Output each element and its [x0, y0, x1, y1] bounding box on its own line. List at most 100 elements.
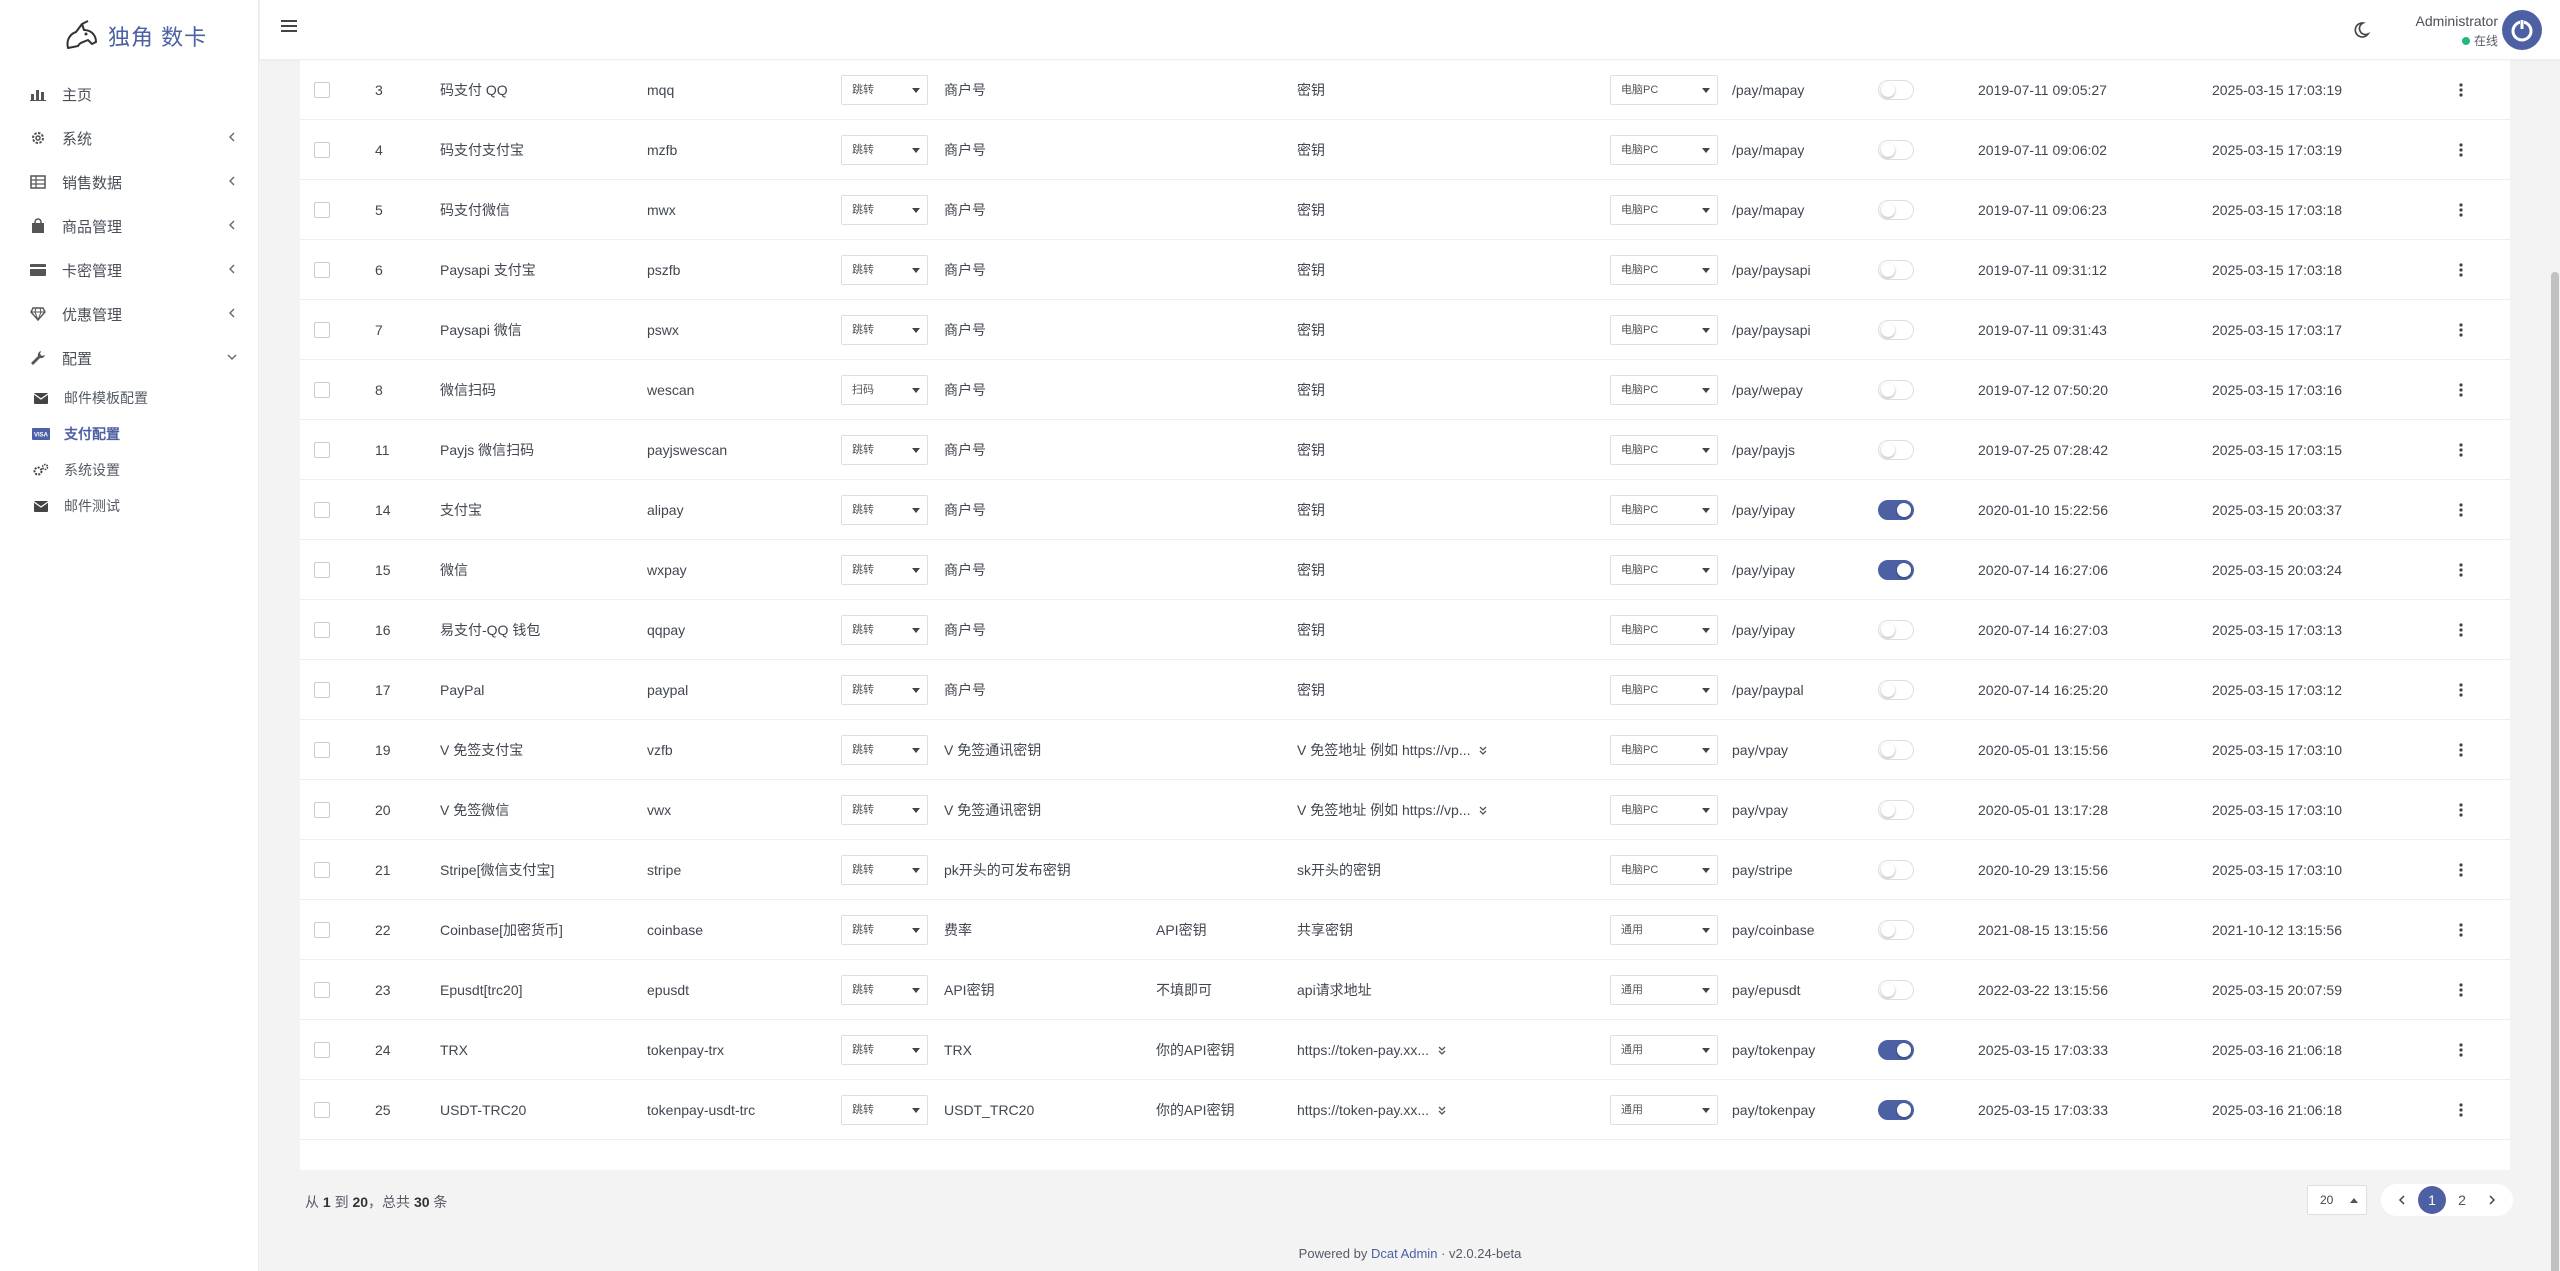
cell-merchant-key[interactable]: 不填即可	[1156, 980, 1212, 1000]
cell-merchant-id[interactable]: USDT_TRC20	[944, 1102, 1034, 1118]
pay-method-select[interactable]: 扫码	[841, 374, 928, 405]
dark-mode-moon-icon[interactable]	[2354, 20, 2374, 40]
cell-merchant-key[interactable]: 你的API密钥	[1156, 1040, 1235, 1060]
enable-toggle[interactable]	[1878, 559, 1914, 580]
cell-merchant-key[interactable]: 你的API密钥	[1156, 1100, 1235, 1120]
row-actions-kebab-icon[interactable]	[2458, 862, 2464, 878]
row-checkbox[interactable]	[314, 981, 330, 998]
sidebar-subitem-1[interactable]: VISA 支付配置	[0, 416, 258, 452]
row-checkbox[interactable]	[314, 681, 330, 698]
cell-route[interactable]: pay/vpay	[1732, 802, 1788, 818]
cell-route[interactable]: /pay/paysapi	[1732, 262, 1811, 278]
cell-merchant-id[interactable]: 商户号	[944, 680, 986, 700]
client-select[interactable]: 通用	[1610, 914, 1718, 945]
row-checkbox[interactable]	[314, 1041, 330, 1058]
row-actions-kebab-icon[interactable]	[2458, 562, 2464, 578]
cell-route[interactable]: /pay/paysapi	[1732, 322, 1811, 338]
pay-method-select[interactable]: 跳转	[841, 554, 928, 585]
client-select[interactable]: 电脑PC	[1610, 74, 1718, 105]
cell-route[interactable]: pay/tokenpay	[1732, 1102, 1815, 1118]
brand-logo[interactable]: 独角 数卡	[0, 0, 258, 72]
cell-secret[interactable]: https://token-pay.xx...	[1297, 1042, 1447, 1058]
cell-merchant-id[interactable]: 商户号	[944, 500, 986, 520]
cell-merchant-id[interactable]: pk开头的可发布密钥	[944, 860, 1071, 880]
row-actions-kebab-icon[interactable]	[2458, 502, 2464, 518]
enable-toggle[interactable]	[1878, 679, 1914, 700]
cell-secret[interactable]: V 免签地址 例如 https://vp...	[1297, 800, 1488, 820]
enable-toggle[interactable]	[1878, 919, 1914, 940]
enable-toggle[interactable]	[1878, 739, 1914, 760]
enable-toggle[interactable]	[1878, 619, 1914, 640]
dcat-admin-link[interactable]: Dcat Admin	[1371, 1246, 1437, 1261]
hamburger-menu-icon[interactable]	[280, 18, 298, 34]
cell-route[interactable]: /pay/yipay	[1732, 562, 1795, 578]
cell-merchant-id[interactable]: 商户号	[944, 560, 986, 580]
cell-secret[interactable]: 密钥	[1297, 200, 1325, 220]
sidebar-item-2[interactable]: 销售数据	[0, 160, 258, 204]
cell-route[interactable]: /pay/wepay	[1732, 382, 1803, 398]
pay-method-select[interactable]: 跳转	[841, 254, 928, 285]
cell-merchant-id[interactable]: API密钥	[944, 980, 995, 1000]
page-button-2[interactable]: 2	[2448, 1186, 2476, 1214]
row-actions-kebab-icon[interactable]	[2458, 202, 2464, 218]
client-select[interactable]: 电脑PC	[1610, 374, 1718, 405]
row-checkbox[interactable]	[314, 441, 330, 458]
pay-method-select[interactable]: 跳转	[841, 194, 928, 225]
client-select[interactable]: 电脑PC	[1610, 794, 1718, 825]
row-actions-kebab-icon[interactable]	[2458, 922, 2464, 938]
row-checkbox[interactable]	[314, 261, 330, 278]
per-page-select[interactable]: 20	[2307, 1185, 2367, 1215]
row-checkbox[interactable]	[314, 201, 330, 218]
pay-method-select[interactable]: 跳转	[841, 1094, 928, 1125]
client-select[interactable]: 电脑PC	[1610, 494, 1718, 525]
cell-merchant-id[interactable]: 商户号	[944, 380, 986, 400]
client-select[interactable]: 电脑PC	[1610, 554, 1718, 585]
cell-route[interactable]: /pay/paypal	[1732, 682, 1804, 698]
pay-method-select[interactable]: 跳转	[841, 974, 928, 1005]
row-actions-kebab-icon[interactable]	[2458, 802, 2464, 818]
enable-toggle[interactable]	[1878, 1099, 1914, 1120]
cell-secret[interactable]: 共享密钥	[1297, 920, 1353, 940]
enable-toggle[interactable]	[1878, 319, 1914, 340]
cell-route[interactable]: pay/tokenpay	[1732, 1042, 1815, 1058]
client-select[interactable]: 电脑PC	[1610, 254, 1718, 285]
row-checkbox[interactable]	[314, 1101, 330, 1118]
cell-merchant-id[interactable]: 商户号	[944, 140, 986, 160]
enable-toggle[interactable]	[1878, 259, 1914, 280]
cell-secret[interactable]: 密钥	[1297, 80, 1325, 100]
sidebar-subitem-0[interactable]: 邮件模板配置	[0, 380, 258, 416]
enable-toggle[interactable]	[1878, 859, 1914, 880]
cell-merchant-id[interactable]: 商户号	[944, 620, 986, 640]
row-actions-kebab-icon[interactable]	[2458, 1102, 2464, 1118]
client-select[interactable]: 电脑PC	[1610, 734, 1718, 765]
expand-chevrons-icon[interactable]	[1478, 806, 1488, 816]
enable-toggle[interactable]	[1878, 379, 1914, 400]
row-actions-kebab-icon[interactable]	[2458, 622, 2464, 638]
cell-merchant-id[interactable]: 商户号	[944, 260, 986, 280]
pay-method-select[interactable]: 跳转	[841, 494, 928, 525]
sidebar-item-6[interactable]: 配置	[0, 336, 258, 380]
cell-merchant-id[interactable]: 商户号	[944, 440, 986, 460]
row-checkbox[interactable]	[314, 621, 330, 638]
client-select[interactable]: 通用	[1610, 1034, 1718, 1065]
cell-merchant-id[interactable]: V 免签通讯密钥	[944, 740, 1041, 760]
pay-method-select[interactable]: 跳转	[841, 434, 928, 465]
cell-merchant-id[interactable]: TRX	[944, 1042, 972, 1058]
row-checkbox[interactable]	[314, 861, 330, 878]
pay-method-select[interactable]: 跳转	[841, 794, 928, 825]
pay-method-select[interactable]: 跳转	[841, 914, 928, 945]
sidebar-item-5[interactable]: 优惠管理	[0, 292, 258, 336]
enable-toggle[interactable]	[1878, 979, 1914, 1000]
cell-route[interactable]: /pay/yipay	[1732, 502, 1795, 518]
client-select[interactable]: 通用	[1610, 974, 1718, 1005]
cell-route[interactable]: /pay/payjs	[1732, 442, 1795, 458]
row-checkbox[interactable]	[314, 561, 330, 578]
enable-toggle[interactable]	[1878, 199, 1914, 220]
row-checkbox[interactable]	[314, 381, 330, 398]
pay-method-select[interactable]: 跳转	[841, 74, 928, 105]
sidebar-subitem-2[interactable]: 系统设置	[0, 452, 258, 488]
expand-chevrons-icon[interactable]	[1478, 746, 1488, 756]
client-select[interactable]: 电脑PC	[1610, 194, 1718, 225]
cell-merchant-id[interactable]: 费率	[944, 920, 972, 940]
cell-secret[interactable]: 密钥	[1297, 320, 1325, 340]
